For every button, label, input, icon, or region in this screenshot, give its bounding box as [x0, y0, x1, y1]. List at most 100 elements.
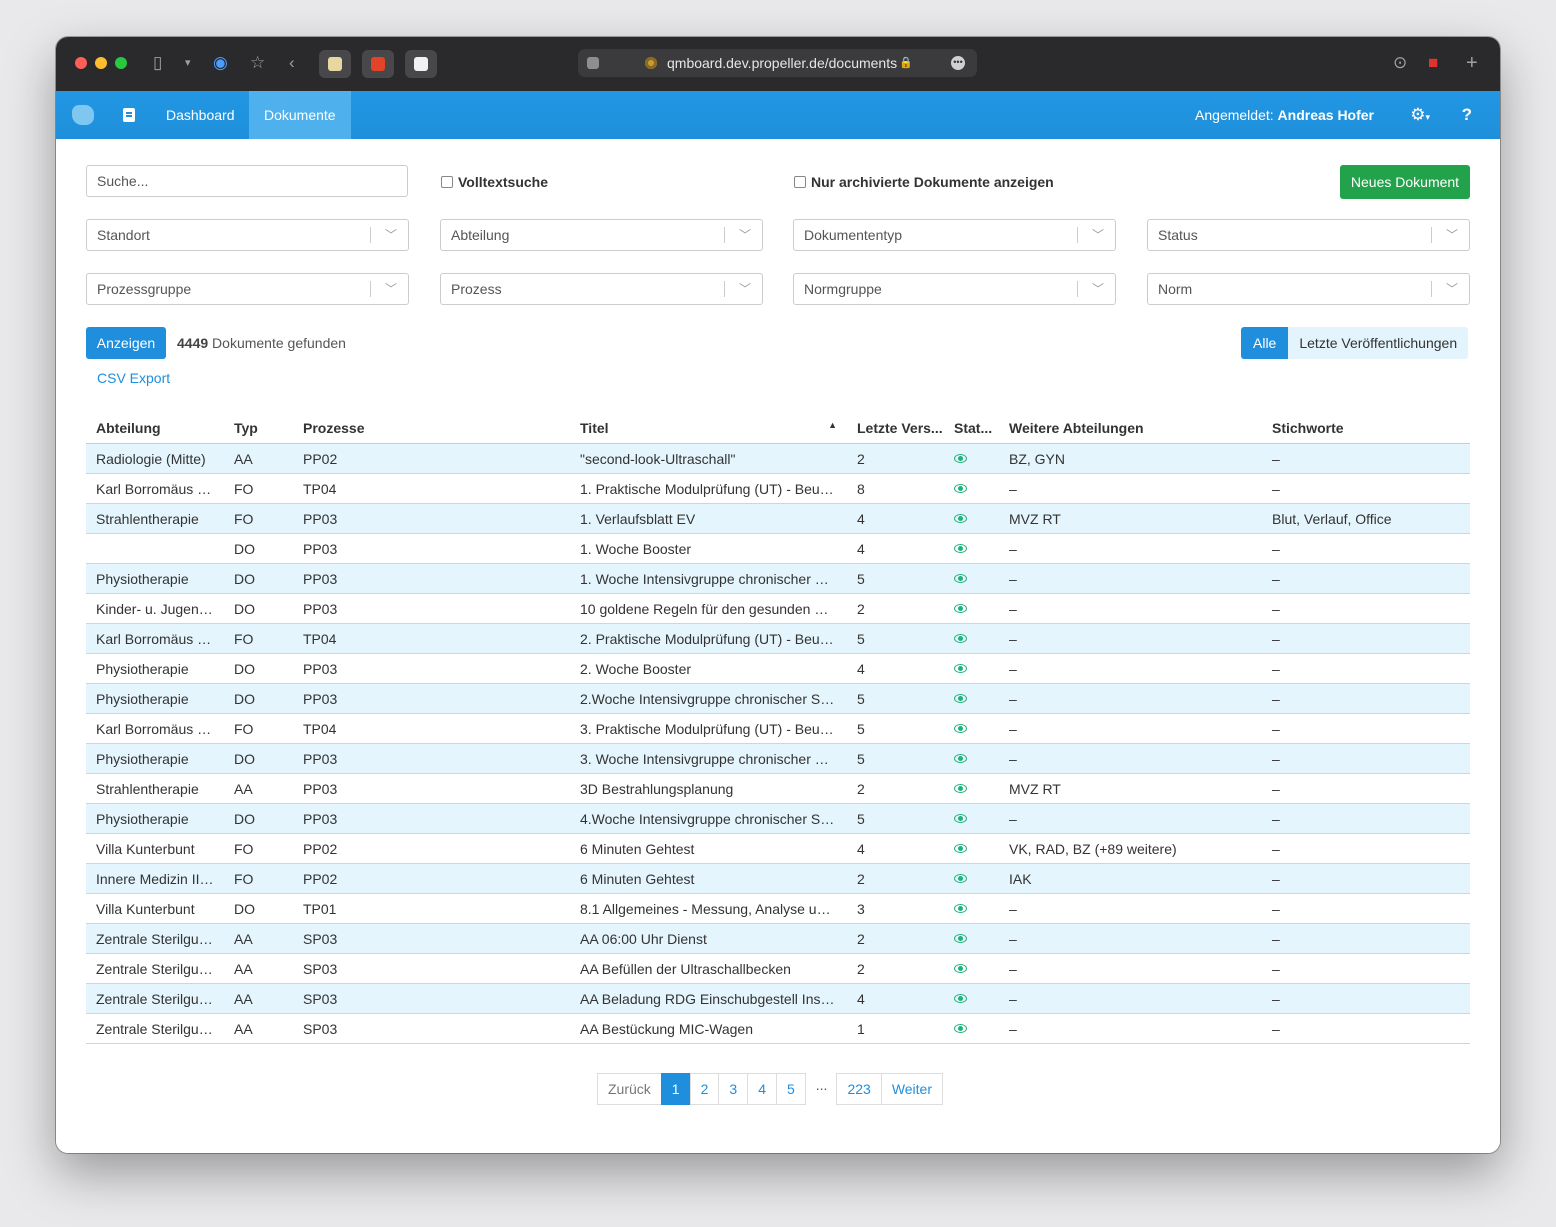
title-cell[interactable]: 1. Verlaufsblatt EV [570, 503, 847, 534]
document-type-select[interactable]: Dokumententyp ﹀ [793, 219, 1116, 251]
title-cell[interactable]: 1. Woche Booster [570, 533, 847, 564]
table-row[interactable]: Zentrale Sterilgutv... AA SP03 AA Befüllen … [86, 953, 1470, 984]
address-bar[interactable]: qmboard.dev.propeller.de/documents 🔒 ••• [578, 49, 977, 77]
show-button[interactable]: Anzeigen [86, 327, 166, 359]
table-row[interactable]: Physiotherapie DO PP03 2. Woche Booster 4 – – [86, 653, 1470, 684]
column-header[interactable]: Prozesse [293, 413, 570, 444]
table-row[interactable]: Physiotherapie DO PP03 4.Woche Intensivgrup… [86, 803, 1470, 834]
new-tab-icon[interactable]: + [1466, 53, 1478, 73]
table-row[interactable]: Karl Borromäus Sc... FO TP04 2. Praktische … [86, 623, 1470, 654]
checkbox-icon[interactable] [441, 176, 453, 188]
title-cell[interactable]: 2.Woche Intensivgruppe chronischer Schm.… [570, 683, 847, 714]
app-logo[interactable] [72, 105, 94, 125]
extension-icon[interactable]: ■ [1428, 53, 1438, 73]
prev-page-button[interactable]: Zurück [597, 1073, 662, 1105]
title-cell[interactable]: 6 Minuten Gehtest [570, 863, 847, 894]
column-header[interactable]: Typ [224, 413, 293, 444]
back-arrow-icon[interactable]: ‹ [289, 53, 295, 73]
department-select[interactable]: Abteilung ﹀ [440, 219, 763, 251]
process-select[interactable]: Prozess ﹀ [440, 273, 763, 305]
table-row[interactable]: Villa Kunterbunt FO PP02 6 Minuten Gehtest 4… [86, 833, 1470, 864]
table-row[interactable]: Kinder- u. Jugend... DO PP03 10 goldene Reg… [86, 593, 1470, 624]
gear-icon[interactable]: ⚙▾ [1410, 91, 1430, 141]
nav-documents[interactable]: Dokumente [249, 91, 351, 139]
sidebar-icon[interactable]: ▯ [153, 53, 162, 73]
toggle-all[interactable]: Alle [1241, 327, 1289, 359]
title-cell[interactable]: 4.Woche Intensivgruppe chronischer Schm.… [570, 803, 847, 834]
chevron-down-icon[interactable]: ▾ [185, 53, 191, 73]
table-row[interactable]: Zentrale Sterilgutv... AA SP03 AA 06:00 Uhr… [86, 923, 1470, 954]
status-select[interactable]: Status ﹀ [1147, 219, 1470, 251]
table-row[interactable]: Villa Kunterbunt DO TP01 8.1 Allgemeines - … [86, 893, 1470, 924]
minimize-window-button[interactable] [95, 57, 107, 69]
gitlab-icon[interactable] [362, 50, 394, 78]
process-group-select[interactable]: Prozessgruppe ﹀ [86, 273, 409, 305]
checkbox-icon[interactable] [794, 176, 806, 188]
toggle-recent[interactable]: Letzte Veröffentlichungen [1288, 327, 1469, 359]
table-row[interactable]: Zentrale Sterilgutv... AA SP03 AA Beladung … [86, 983, 1470, 1014]
column-header[interactable]: Weitere Abteilungen [999, 413, 1262, 444]
csv-export-link[interactable]: CSV Export [97, 370, 170, 386]
user-name[interactable]: Andreas Hofer [1278, 107, 1374, 123]
table-row[interactable]: Karl Borromäus Sc... FO TP04 3. Praktische … [86, 713, 1470, 744]
table-row[interactable]: Physiotherapie DO PP03 1. Woche Intensivgru… [86, 563, 1470, 594]
table-row[interactable]: Zentrale Sterilgutv... AA SP03 AA Bestückun… [86, 1013, 1470, 1044]
title-cell[interactable]: 1. Woche Intensivgruppe chronischer Schm… [570, 563, 847, 594]
norm-group-select[interactable]: Normgruppe ﹀ [793, 273, 1116, 305]
page-button[interactable]: 3 [718, 1073, 749, 1105]
new-document-button[interactable]: Neues Dokument [1340, 165, 1470, 199]
column-header-title[interactable]: Titel ▲ [570, 413, 847, 444]
title-cell[interactable]: 2. Praktische Modulprüfung (UT) - Beurte… [570, 623, 847, 654]
star-icon[interactable]: ☆ [250, 53, 265, 73]
title-cell[interactable]: AA Beladung RDG Einschubgestell Instrum.… [570, 983, 847, 1014]
column-header[interactable]: Letzte Vers... [847, 413, 944, 444]
more-icon[interactable]: ••• [951, 56, 965, 70]
table-row[interactable]: Karl Borromäus Sc... FO TP04 1. Praktische … [86, 473, 1470, 504]
table-row[interactable]: Strahlentherapie FO PP03 1. Verlaufsblatt E… [86, 503, 1470, 534]
table-row[interactable]: Physiotherapie DO PP03 2.Woche Intensivgrup… [86, 683, 1470, 714]
search-input[interactable] [86, 165, 408, 197]
page-button[interactable]: 2 [689, 1073, 720, 1105]
title-cell[interactable]: 8.1 Allgemeines - Messung, Analyse und V… [570, 893, 847, 924]
title-cell[interactable]: 2. Woche Booster [570, 653, 847, 684]
fulltext-checkbox[interactable]: Volltextsuche [441, 172, 548, 192]
close-tab-icon[interactable] [587, 57, 599, 69]
page-button[interactable]: 5 [775, 1073, 806, 1105]
download-icon[interactable]: ⊙ [1393, 53, 1407, 73]
title-cell[interactable]: 3. Woche Intensivgruppe chronischer Schm… [570, 743, 847, 774]
title-cell[interactable]: 6 Minuten Gehtest [570, 833, 847, 864]
norm-select[interactable]: Norm ﹀ [1147, 273, 1470, 305]
extension-icon[interactable] [405, 50, 437, 78]
title-cell[interactable]: AA Bestückung MIC-Wagen [570, 1013, 847, 1044]
location-select[interactable]: Standort ﹀ [86, 219, 409, 251]
column-header[interactable]: Stat... [944, 413, 999, 444]
title-cell[interactable]: 10 goldene Regeln für den gesunden Kinde… [570, 593, 847, 624]
table-row[interactable]: Innere Medizin III, ... FO PP02 6 Minuten G… [86, 863, 1470, 894]
keywords-cell: – [1262, 833, 1470, 864]
title-cell[interactable]: AA Befüllen der Ultraschallbecken [570, 953, 847, 984]
table-row[interactable]: DO PP03 1. Woche Booster 4 – – [86, 533, 1470, 564]
table-row[interactable]: Physiotherapie DO PP03 3. Woche Intensivgru… [86, 743, 1470, 774]
extension-icon[interactable] [319, 50, 351, 78]
archived-checkbox[interactable]: Nur archivierte Dokumente anzeigen [794, 172, 1054, 192]
title-cell[interactable]: AA 06:00 Uhr Dienst [570, 923, 847, 954]
column-header[interactable]: Stichworte [1262, 413, 1470, 444]
nav-dashboard[interactable]: Dashboard [151, 91, 250, 139]
table-row[interactable]: Strahlentherapie AA PP03 3D Bestrahlungspla… [86, 773, 1470, 804]
page-button[interactable]: 1 [660, 1073, 691, 1105]
help-icon[interactable]: ? [1462, 91, 1472, 139]
next-page-button[interactable]: Weiter [880, 1073, 944, 1105]
column-header[interactable]: Abteilung [86, 413, 224, 444]
title-cell[interactable]: 3D Bestrahlungsplanung [570, 773, 847, 804]
last-page-button[interactable]: 223 [836, 1073, 882, 1105]
book-icon[interactable] [123, 108, 135, 122]
title-cell[interactable]: "second-look-Ultraschall" [570, 443, 847, 474]
page-button[interactable]: 4 [747, 1073, 777, 1105]
sort-ascending-icon[interactable]: ▲ [828, 420, 837, 430]
title-cell[interactable]: 3. Praktische Modulprüfung (UT) - Beurte… [570, 713, 847, 744]
close-window-button[interactable] [75, 57, 87, 69]
table-row[interactable]: Radiologie (Mitte) AA PP02 "second-look-Ult… [86, 443, 1470, 474]
title-cell[interactable]: 1. Praktische Modulprüfung (UT) - Beurte… [570, 473, 847, 504]
zoom-window-button[interactable] [115, 57, 127, 69]
password-manager-icon[interactable]: ◉ [213, 53, 228, 73]
